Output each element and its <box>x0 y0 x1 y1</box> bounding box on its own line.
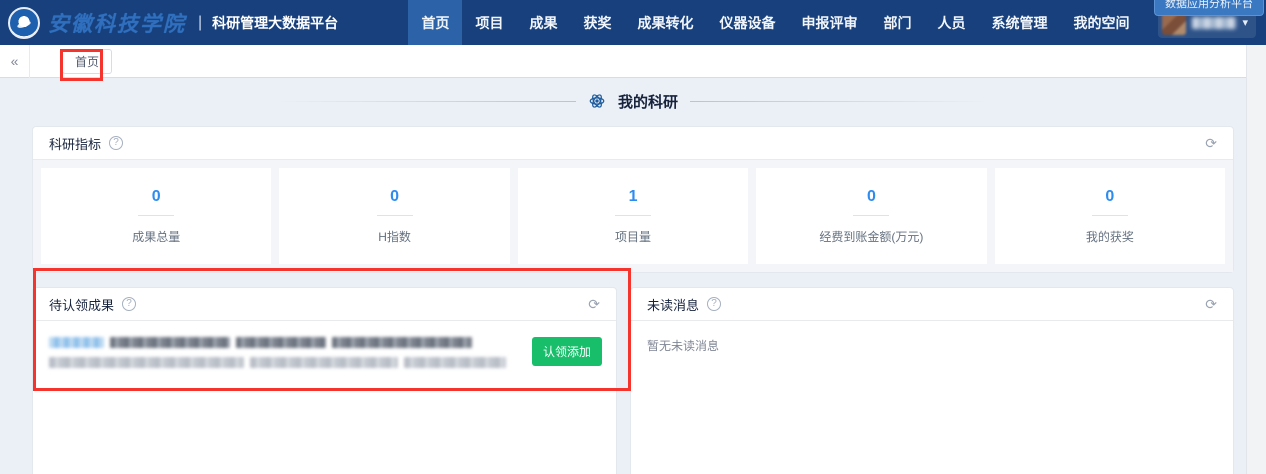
redacted-text <box>250 357 398 368</box>
redacted-tag <box>49 337 104 348</box>
page-right-gutter <box>1246 45 1266 474</box>
stat-value: 0 <box>390 188 399 206</box>
claims-panel-title: 待认领成果 <box>49 295 114 314</box>
user-name-redacted <box>1192 17 1236 29</box>
stat-card-funds-received: 0 经费到账金额(万元) <box>756 168 986 264</box>
claims-panel: 待认领成果 ? ⟳ 认领添加 <box>32 287 617 474</box>
content-area: 我的科研 科研指标 ? ⟳ 0 成果总量 0 H指数 <box>0 78 1266 474</box>
metrics-cards: 0 成果总量 0 H指数 1 项目量 0 经费到账金额(万元) <box>33 160 1233 272</box>
claims-panel-header: 待认领成果 ? ⟳ <box>33 288 616 321</box>
help-icon[interactable]: ? <box>109 136 123 150</box>
top-navbar: 安徽科技学院 | 科研管理大数据平台 首页 项目 成果 获奖 成果转化 仪器设备… <box>0 0 1266 45</box>
refresh-icon[interactable]: ⟳ <box>1205 135 1217 152</box>
stat-label: H指数 <box>378 228 411 245</box>
nav-item-home[interactable]: 首页 <box>408 0 462 45</box>
metrics-panel-header: 科研指标 ? ⟳ <box>33 127 1233 160</box>
section-header: 我的科研 <box>0 88 1266 114</box>
main-nav: 首页 项目 成果 获奖 成果转化 仪器设备 申报评审 部门 人员 系统管理 我的… <box>408 0 1142 45</box>
nav-item-awards[interactable]: 获奖 <box>570 0 624 45</box>
school-logo-icon <box>8 7 40 39</box>
stat-label: 经费到账金额(万元) <box>819 228 923 245</box>
claim-list-item: 认领添加 <box>33 321 616 391</box>
messages-empty-text: 暂无未读消息 <box>631 321 1233 370</box>
stat-label: 项目量 <box>615 228 651 245</box>
redacted-text <box>110 337 230 348</box>
school-name: 安徽科技学院 <box>48 8 186 38</box>
nav-item-achievements[interactable]: 成果 <box>516 0 570 45</box>
stat-value: 0 <box>867 188 876 206</box>
redacted-text <box>404 357 506 368</box>
refresh-icon[interactable]: ⟳ <box>1205 296 1217 313</box>
atom-icon <box>588 92 606 110</box>
chevron-down-icon: ▾ <box>1242 16 1248 29</box>
platform-title: 科研管理大数据平台 <box>212 13 338 33</box>
messages-panel-title: 未读消息 <box>647 295 699 314</box>
stat-value: 0 <box>1105 188 1114 206</box>
collapse-sidebar-icon[interactable]: « <box>0 45 30 78</box>
stat-divider <box>377 215 413 216</box>
stat-value: 1 <box>629 188 638 206</box>
stat-divider <box>615 215 651 216</box>
divider-line <box>276 101 576 102</box>
nav-item-projects[interactable]: 项目 <box>462 0 516 45</box>
redacted-text <box>49 357 244 368</box>
stat-card-total-achievements: 0 成果总量 <box>41 168 271 264</box>
section-title: 我的科研 <box>618 91 678 112</box>
stat-divider <box>138 215 174 216</box>
stat-card-h-index: 0 H指数 <box>279 168 509 264</box>
nav-item-personnel[interactable]: 人员 <box>924 0 978 45</box>
messages-panel-header: 未读消息 ? ⟳ <box>631 288 1233 321</box>
nav-item-my-space[interactable]: 我的空间 <box>1060 0 1142 45</box>
stat-card-my-awards: 0 我的获奖 <box>995 168 1225 264</box>
metrics-panel-title: 科研指标 <box>49 134 101 153</box>
nav-item-transformation[interactable]: 成果转化 <box>624 0 706 45</box>
claim-subtitle-redacted <box>49 357 506 368</box>
stat-card-projects: 1 项目量 <box>518 168 748 264</box>
nav-item-instruments[interactable]: 仪器设备 <box>706 0 788 45</box>
help-icon[interactable]: ? <box>707 297 721 311</box>
stat-label: 成果总量 <box>132 228 180 245</box>
stat-divider <box>853 215 889 216</box>
redacted-text <box>236 337 326 348</box>
nav-item-system-admin[interactable]: 系统管理 <box>978 0 1060 45</box>
claim-add-button[interactable]: 认领添加 <box>532 337 602 366</box>
bottom-row: 待认领成果 ? ⟳ 认领添加 <box>32 287 1234 474</box>
help-icon[interactable]: ? <box>122 297 136 311</box>
nav-item-departments[interactable]: 部门 <box>870 0 924 45</box>
stat-value: 0 <box>152 188 161 206</box>
messages-panel: 未读消息 ? ⟳ 暂无未读消息 <box>630 287 1234 474</box>
tab-home[interactable]: 首页 <box>62 49 112 74</box>
tab-bar: « 首页 <box>0 45 1266 78</box>
data-analysis-platform-badge[interactable]: 数据应用分析平台 <box>1154 0 1264 16</box>
claim-title-redacted <box>49 337 506 348</box>
divider-line <box>690 101 990 102</box>
nav-item-review[interactable]: 申报评审 <box>788 0 870 45</box>
brand: 安徽科技学院 | 科研管理大数据平台 <box>8 7 338 39</box>
redacted-text <box>332 337 472 348</box>
metrics-panel: 科研指标 ? ⟳ 0 成果总量 0 H指数 1 项目量 <box>32 126 1234 273</box>
refresh-icon[interactable]: ⟳ <box>588 296 600 313</box>
stat-label: 我的获奖 <box>1086 228 1134 245</box>
stat-divider <box>1092 215 1128 216</box>
page: 安徽科技学院 | 科研管理大数据平台 首页 项目 成果 获奖 成果转化 仪器设备… <box>0 0 1266 474</box>
brand-separator: | <box>198 14 202 32</box>
